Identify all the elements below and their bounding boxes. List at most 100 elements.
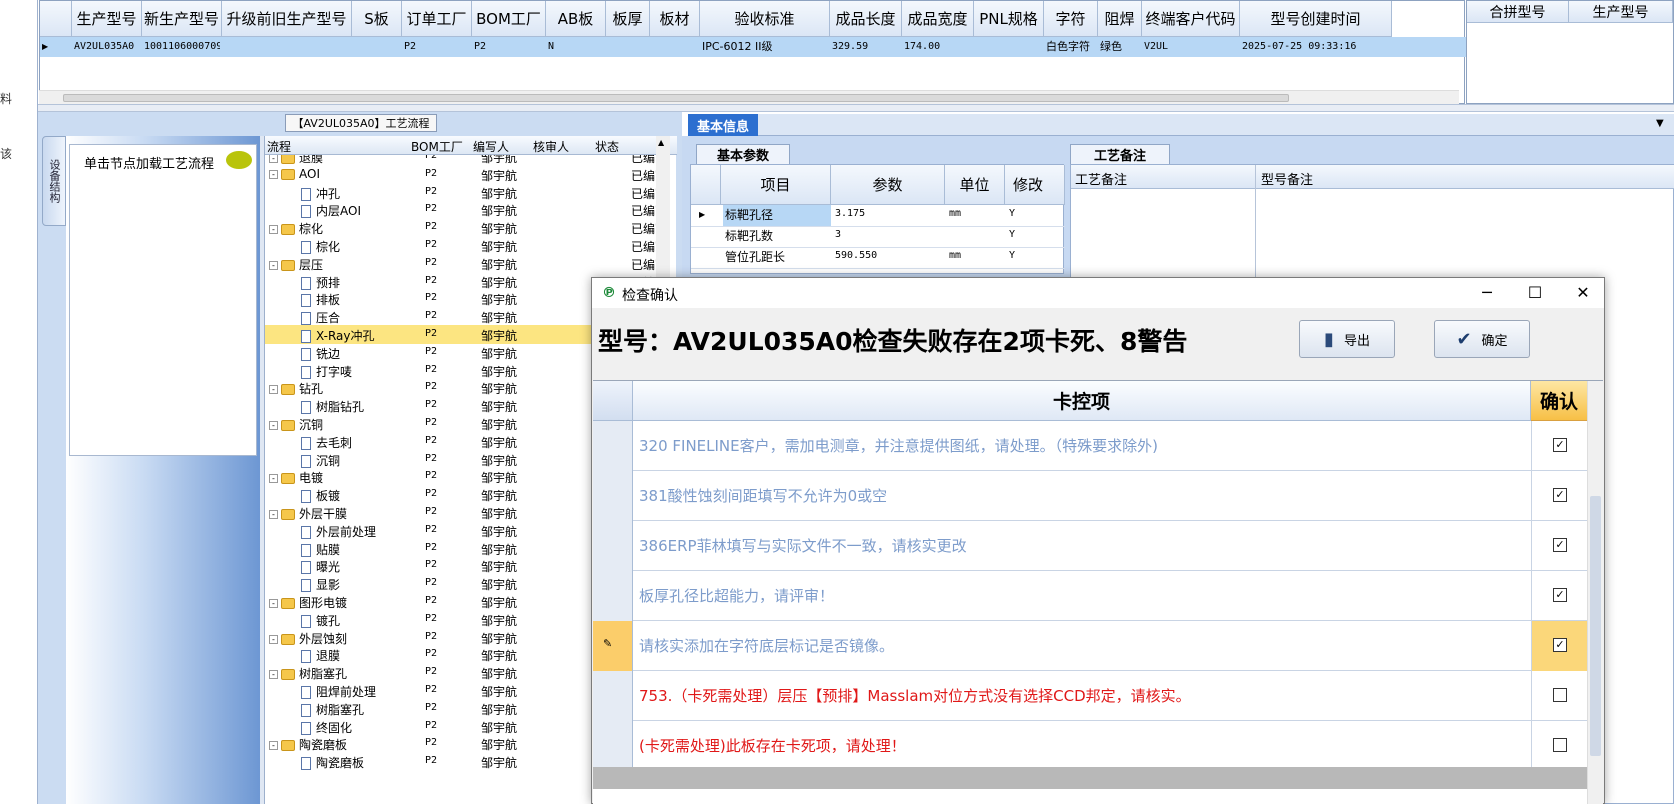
confirm-checkbox[interactable]	[1553, 738, 1567, 752]
column-header[interactable]: 验收标准	[700, 1, 830, 37]
column-header[interactable]: 阻焊	[1098, 1, 1142, 37]
column-header[interactable]: 型号创建时间	[1240, 1, 1392, 37]
param-col-unit[interactable]: 单位	[945, 165, 1005, 205]
column-header[interactable]: 成品长度	[830, 1, 902, 37]
model-grid-row[interactable]: AV2UL035A0 10011060007093 P2 P2 N IPC-6012 II…	[40, 37, 1466, 57]
column-header[interactable]: S板	[352, 1, 402, 37]
tree-row[interactable]: - 层压 P2 邹宇航 已编写	[265, 254, 677, 273]
expand-toggle-icon[interactable]: -	[269, 421, 278, 430]
check-row[interactable]: ✎ 请核实添加在字符底层标记是否镜像。 ✓	[593, 621, 1587, 671]
tree-col-bom[interactable]: BOM工厂	[411, 138, 463, 155]
tree-col-flow[interactable]: 流程	[267, 138, 291, 155]
check-row[interactable]: 753.（卡死需处理）层压【预排】Masslam对位方式没有选择CCD邦定，请核…	[593, 671, 1587, 721]
memo-col-model[interactable]: 型号备注	[1261, 169, 1313, 188]
tree-row[interactable]: 内层AOI P2 邹宇航 已编写	[265, 200, 677, 219]
column-header[interactable]: 成品宽度	[902, 1, 974, 37]
merge-col-header[interactable]: 合拼型号	[1467, 1, 1569, 23]
column-header[interactable]: 字符	[1044, 1, 1098, 37]
column-header[interactable]: 升级前旧生产型号	[222, 1, 352, 37]
tab-process-memo[interactable]: 工艺备注	[1070, 144, 1170, 164]
tree-row[interactable]: 棕化 P2 邹宇航 已编写	[265, 236, 677, 255]
model-grid-hscrollbar[interactable]	[39, 90, 1459, 104]
check-vscrollbar[interactable]	[1587, 381, 1603, 804]
row-selector[interactable]	[593, 521, 633, 571]
check-row[interactable]: 板厚孔径比超能力，请评审！ ✓	[593, 571, 1587, 621]
expand-toggle-icon[interactable]: -	[269, 260, 278, 270]
confirm-checkbox[interactable]: ✓	[1553, 538, 1567, 552]
column-header[interactable]: 板材	[650, 1, 700, 37]
row-selector[interactable]	[593, 721, 633, 767]
confirm-checkbox[interactable]: ✓	[1553, 588, 1567, 602]
row-selector[interactable]	[593, 421, 633, 471]
tree-col-editor[interactable]: 编写人	[473, 138, 509, 155]
param-row[interactable]: ▶ 标靶孔径 3.175 mm Y	[691, 205, 1065, 227]
maximize-icon[interactable]: ☐	[1520, 282, 1550, 304]
column-header[interactable]: BOM工厂	[472, 1, 546, 37]
column-header[interactable]: 终端客户代码	[1142, 1, 1240, 37]
param-value[interactable]: 3	[835, 229, 841, 240]
confirm-checkbox[interactable]: ✓	[1553, 438, 1567, 452]
param-value[interactable]: 3.175	[835, 208, 865, 219]
check-row[interactable]: 386ERP菲林填写与实际文件不一致，请核实更改 ✓	[593, 521, 1587, 571]
expand-toggle-icon[interactable]: -	[269, 385, 278, 395]
tab-basic-info[interactable]: 基本信息	[688, 114, 758, 136]
tree-row[interactable]: - 棕化 P2 邹宇航 已编写	[265, 218, 677, 237]
dialog-titlebar[interactable]: ℗ 检查确认 ─ ☐ ✕	[592, 278, 1604, 308]
column-header[interactable]: 订单工厂	[402, 1, 472, 37]
vscroll-thumb[interactable]	[1590, 496, 1601, 756]
side-tab-equipment[interactable]: 设备结构	[42, 136, 66, 226]
dropdown-arrow-icon[interactable]: ▼	[1656, 118, 1664, 129]
horizontal-splitter[interactable]	[38, 104, 1674, 112]
confirm-checkbox[interactable]	[1553, 688, 1567, 702]
param-row[interactable]: 管位孔距长 590.550 mm Y	[691, 247, 1065, 269]
row-selector[interactable]	[593, 571, 633, 621]
expand-toggle-icon[interactable]: -	[269, 634, 278, 644]
merge-col-header[interactable]: 生产型号	[1569, 1, 1673, 23]
param-col-item[interactable]: 项目	[721, 165, 831, 205]
expand-toggle-icon[interactable]: -	[269, 510, 278, 519]
ok-button[interactable]: ✔ 确定	[1434, 320, 1530, 358]
model-grid-header: 生产型号 新生产型号 升级前旧生产型号 S板 订单工厂 BOM工厂 AB板 板厚 板材 验收标准成…	[40, 1, 1466, 37]
flow-panel-tab[interactable]: 【AV2UL035A0】工艺流程	[285, 114, 437, 132]
tree-row[interactable]: 冲孔 P2 邹宇航 已编写	[265, 183, 677, 202]
tree-col-reviewer[interactable]: 核审人	[533, 138, 569, 155]
hscroll-thumb[interactable]	[63, 94, 1289, 102]
check-row[interactable]: (卡死需处理)此板存在卡死项，请处理！	[593, 721, 1587, 767]
column-header[interactable]: PNL规格	[974, 1, 1044, 37]
expand-toggle-icon[interactable]: -	[269, 155, 278, 163]
minimize-icon[interactable]: ─	[1472, 282, 1502, 304]
expand-toggle-icon[interactable]: -	[269, 741, 278, 751]
expand-toggle-icon[interactable]: -	[269, 225, 278, 235]
memo-col-process[interactable]: 工艺备注	[1075, 169, 1127, 188]
expand-toggle-icon[interactable]: -	[269, 599, 278, 608]
expand-toggle-icon[interactable]: -	[269, 169, 278, 179]
close-icon[interactable]: ✕	[1568, 282, 1598, 304]
scroll-up-icon[interactable]: ▲	[658, 138, 668, 147]
tree-row[interactable]: - AOI P2 邹宇航 已编写	[265, 165, 677, 184]
grid-corner[interactable]	[40, 1, 72, 37]
confirm-checkbox[interactable]: ✓	[1553, 488, 1567, 502]
check-row[interactable]: 381酸性蚀刻间距填写不允许为0或空 ✓	[593, 471, 1587, 521]
check-row[interactable]: 320 FINELINE客户，需加电测章，并注意提供图纸，请处理。（特殊要求除外…	[593, 421, 1587, 471]
expand-toggle-icon[interactable]: -	[269, 670, 278, 680]
row-selector[interactable]	[593, 471, 633, 521]
col-check-item[interactable]: 卡控项	[633, 381, 1531, 421]
export-button[interactable]: ▮ 导出	[1299, 320, 1395, 358]
row-selector[interactable]	[593, 671, 633, 721]
tree-node-name: AOI	[299, 166, 320, 181]
param-row[interactable]: 标靶孔数 3 Y	[691, 226, 1065, 248]
param-col-modify[interactable]: 修改	[1005, 165, 1065, 205]
confirm-checkbox[interactable]: ✓	[1553, 638, 1567, 652]
column-header[interactable]: 新生产型号	[142, 1, 222, 37]
expand-toggle-icon[interactable]: -	[269, 474, 278, 484]
row-selector[interactable]: ✎	[593, 621, 633, 671]
param-col-value[interactable]: 参数	[831, 165, 945, 205]
col-confirm[interactable]: 确认	[1531, 381, 1587, 421]
param-value[interactable]: 590.550	[835, 250, 877, 261]
column-header[interactable]: 板厚	[606, 1, 650, 37]
grid-corner[interactable]	[593, 381, 633, 421]
column-header[interactable]: 生产型号	[72, 1, 142, 37]
tab-basic-params[interactable]: 基本参数	[696, 144, 790, 164]
tree-col-status[interactable]: 状态	[595, 138, 619, 155]
column-header[interactable]: AB板	[546, 1, 606, 37]
